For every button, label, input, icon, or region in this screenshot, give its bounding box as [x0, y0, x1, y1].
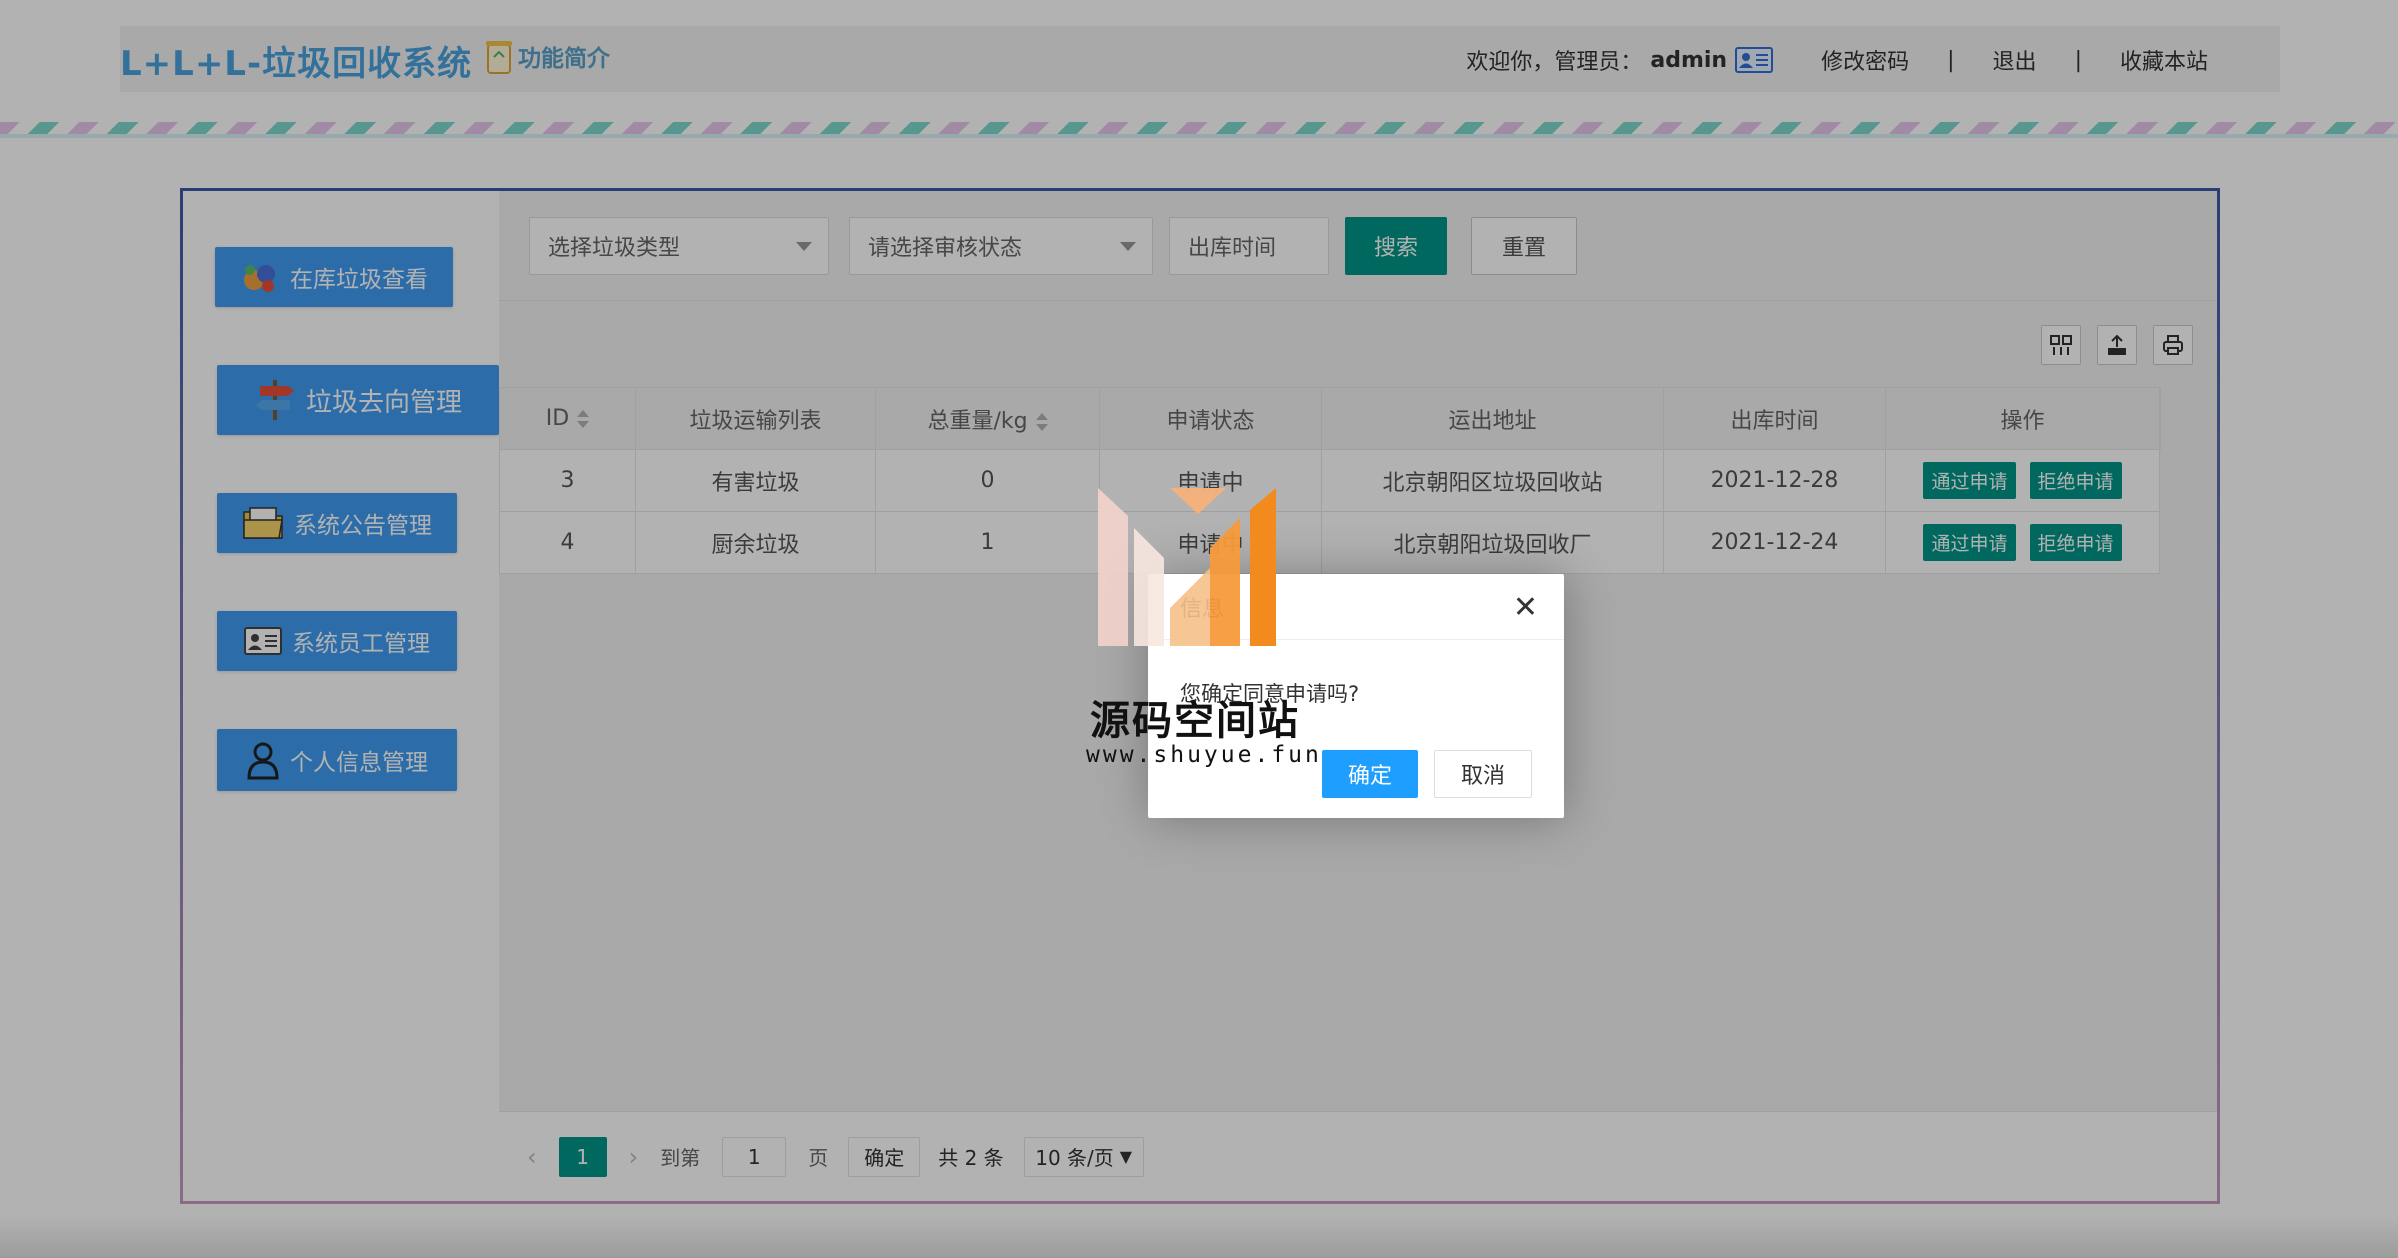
close-icon[interactable]: ✕	[1513, 590, 1538, 625]
watermark-text: 源码空间站	[1090, 698, 1300, 744]
cancel-button[interactable]: 取消	[1434, 750, 1532, 798]
confirm-button[interactable]: 确定	[1322, 750, 1418, 798]
watermark-url: www.shuyue.fun	[1086, 742, 1322, 768]
